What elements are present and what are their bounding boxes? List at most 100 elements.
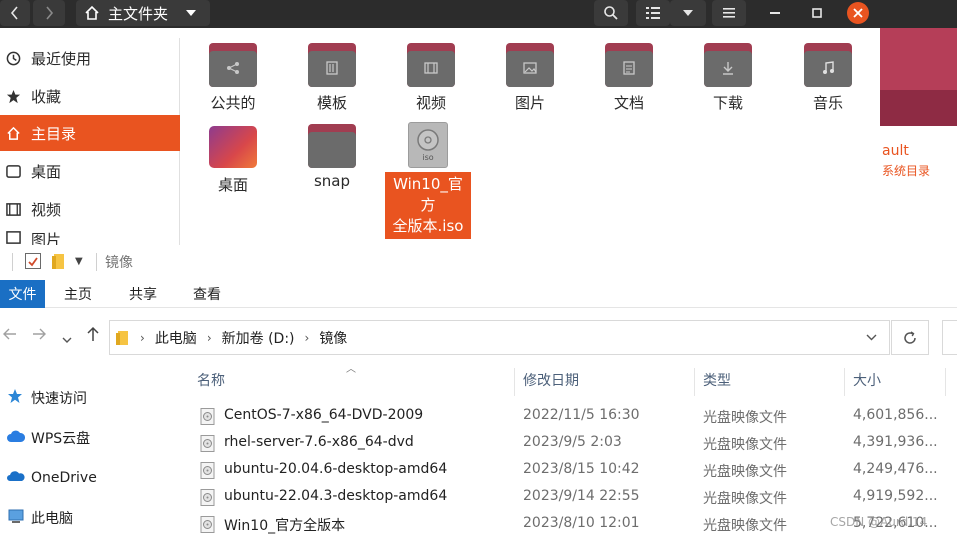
sidebar-item-label: 最近使用 xyxy=(31,49,92,68)
customize-toolbar-dropdown[interactable]: ▼ xyxy=(75,256,83,267)
sidebar-item-home[interactable]: 主目录 xyxy=(0,115,180,151)
column-divider[interactable] xyxy=(945,368,946,396)
folder-downloads[interactable]: 下载 xyxy=(688,43,768,113)
sidebar-item-videos[interactable]: 视频 xyxy=(0,191,180,227)
breadcrumb-drive-d[interactable]: 新加卷 (D:) xyxy=(222,328,295,348)
path-bar-home-button[interactable]: 主文件夹 xyxy=(76,0,210,26)
folder-music[interactable]: 音乐 xyxy=(788,43,868,113)
address-row: › 此电脑 › 新加卷 (D:) › 镜像 xyxy=(0,318,957,356)
sidebar-item-recent[interactable]: 最近使用 xyxy=(0,40,180,76)
caret-down-icon xyxy=(186,10,197,16)
file-name: ubuntu-22.04.3-desktop-amd64 xyxy=(224,488,448,504)
nav-item-label: 此电脑 xyxy=(31,511,73,527)
up-arrow-icon[interactable] xyxy=(86,326,100,346)
navigation-pane: 快速访问 WPS云盘 OneDrive 此电脑 xyxy=(0,376,180,538)
sidebar-item-label: 视频 xyxy=(31,200,62,219)
folder-documents[interactable]: 文档 xyxy=(589,43,669,113)
folder-pictures[interactable]: 图片 xyxy=(490,43,570,113)
address-bar[interactable]: › 此电脑 › 新加卷 (D:) › 镜像 xyxy=(109,320,890,355)
search-input[interactable] xyxy=(942,320,957,355)
column-header-size[interactable]: 大小 xyxy=(853,364,881,396)
file-date: 2023/8/10 12:01 xyxy=(523,515,640,531)
file-size: 4,249,476... xyxy=(853,461,938,477)
column-divider[interactable] xyxy=(844,368,845,396)
file-type: 光盘映像文件 xyxy=(703,491,787,507)
nav-item-onedrive[interactable]: OneDrive xyxy=(0,463,180,493)
file-win10-iso-selected[interactable]: iso Win10_官方 全版本.iso xyxy=(385,122,471,239)
nav-item-this-pc[interactable]: 此电脑 xyxy=(0,503,180,533)
tab-file[interactable]: 文件 xyxy=(0,280,45,308)
folder-label: 文档 xyxy=(613,94,644,112)
table-row[interactable]: ubuntu-22.04.3-desktop-amd64 2023/9/14 2… xyxy=(190,484,957,511)
caret-down-icon xyxy=(683,10,693,16)
folder-label: 公共的 xyxy=(210,94,256,112)
nav-item-label: WPS云盘 xyxy=(31,431,91,447)
folder-label: 模板 xyxy=(316,94,347,112)
table-row[interactable]: rhel-server-7.6-x86_64-dvd 2023/9/5 2:03… xyxy=(190,430,957,457)
breadcrumb-this-pc[interactable]: 此电脑 xyxy=(155,328,197,348)
minimize-icon xyxy=(770,12,780,14)
column-header-type[interactable]: 类型 xyxy=(703,364,731,396)
folder-snap[interactable]: snap xyxy=(292,124,372,190)
maximize-icon xyxy=(812,8,822,18)
folder-label: 图片 xyxy=(514,94,545,112)
file-name: Win10_官方全版本 xyxy=(224,518,346,534)
back-arrow-icon[interactable] xyxy=(3,326,17,345)
column-header-date[interactable]: 修改日期 xyxy=(523,364,579,396)
sidebar-item-label: 桌面 xyxy=(31,162,62,181)
folder-icon xyxy=(506,43,554,87)
tab-view[interactable]: 查看 xyxy=(181,280,233,308)
folder-public[interactable]: 公共的 xyxy=(193,43,273,113)
new-folder-icon[interactable] xyxy=(52,253,66,270)
table-row[interactable]: CentOS-7-x86_64-DVD-2009 2022/11/5 16:30… xyxy=(190,403,957,430)
clock-icon xyxy=(5,50,21,66)
disc-image-file-icon xyxy=(200,462,215,479)
file-size: 4,391,936... xyxy=(853,434,938,450)
hamburger-menu-button[interactable] xyxy=(712,0,746,26)
view-options-button[interactable] xyxy=(670,0,706,26)
star-icon xyxy=(5,88,21,104)
close-button[interactable] xyxy=(847,2,869,24)
breadcrumb-mirror-folder[interactable]: 镜像 xyxy=(319,328,347,348)
folder-desktop[interactable]: 桌面 xyxy=(193,126,273,195)
properties-check-icon[interactable] xyxy=(25,253,41,269)
search-button[interactable] xyxy=(594,0,628,26)
recent-locations-chevron-icon[interactable] xyxy=(62,329,72,348)
forward-button[interactable] xyxy=(33,0,65,26)
nav-item-label: OneDrive xyxy=(31,470,97,486)
minimize-button[interactable] xyxy=(763,0,787,26)
sidebar-item-desktop[interactable]: 桌面 xyxy=(0,153,180,189)
column-headers: ︿ 名称 修改日期 类型 大小 xyxy=(190,364,957,396)
file-label-line2: 全版本.iso xyxy=(392,217,464,235)
column-divider[interactable] xyxy=(694,368,695,396)
column-divider[interactable] xyxy=(514,368,515,396)
file-date: 2023/9/14 22:55 xyxy=(523,488,640,504)
table-row[interactable]: ubuntu-20.04.6-desktop-amd64 2023/8/15 1… xyxy=(190,457,957,484)
file-type: 光盘映像文件 xyxy=(703,464,787,480)
folder-icon xyxy=(116,330,128,345)
toolbar-divider xyxy=(12,253,13,271)
sidebar-item-starred[interactable]: 收藏 xyxy=(0,78,180,114)
folder-templates[interactable]: 模板 xyxy=(292,43,372,113)
forward-arrow-icon[interactable] xyxy=(32,326,46,345)
folder-label: snap xyxy=(313,172,351,190)
refresh-button[interactable] xyxy=(891,320,929,355)
sidebar-item-label: 主目录 xyxy=(31,124,77,143)
chevron-right-icon xyxy=(46,6,54,20)
back-button[interactable] xyxy=(0,0,30,26)
file-list: ︿ 名称 修改日期 类型 大小 CentOS-7-x86_64-DVD-2009… xyxy=(190,360,957,538)
list-view-button[interactable] xyxy=(636,0,670,26)
home-icon xyxy=(85,5,99,20)
nav-item-wps-cloud[interactable]: WPS云盘 xyxy=(0,423,180,453)
folder-videos[interactable]: 视频 xyxy=(391,43,471,113)
tab-home[interactable]: 主页 xyxy=(52,280,104,308)
sidebar-item-pictures[interactable]: 图片 xyxy=(0,229,180,245)
windows-explorer: ▼ 镜像 文件 主页 共享 查看 › 此电脑 › 新加卷 (D:) › 镜像 快… xyxy=(0,245,957,538)
home-icon xyxy=(5,125,21,141)
nav-item-quick-access[interactable]: 快速访问 xyxy=(0,383,180,413)
tab-share[interactable]: 共享 xyxy=(117,280,169,308)
column-header-name[interactable]: 名称 xyxy=(197,364,225,396)
address-history-chevron-icon[interactable] xyxy=(866,334,877,341)
search-icon xyxy=(604,6,618,20)
maximize-button[interactable] xyxy=(805,0,829,26)
